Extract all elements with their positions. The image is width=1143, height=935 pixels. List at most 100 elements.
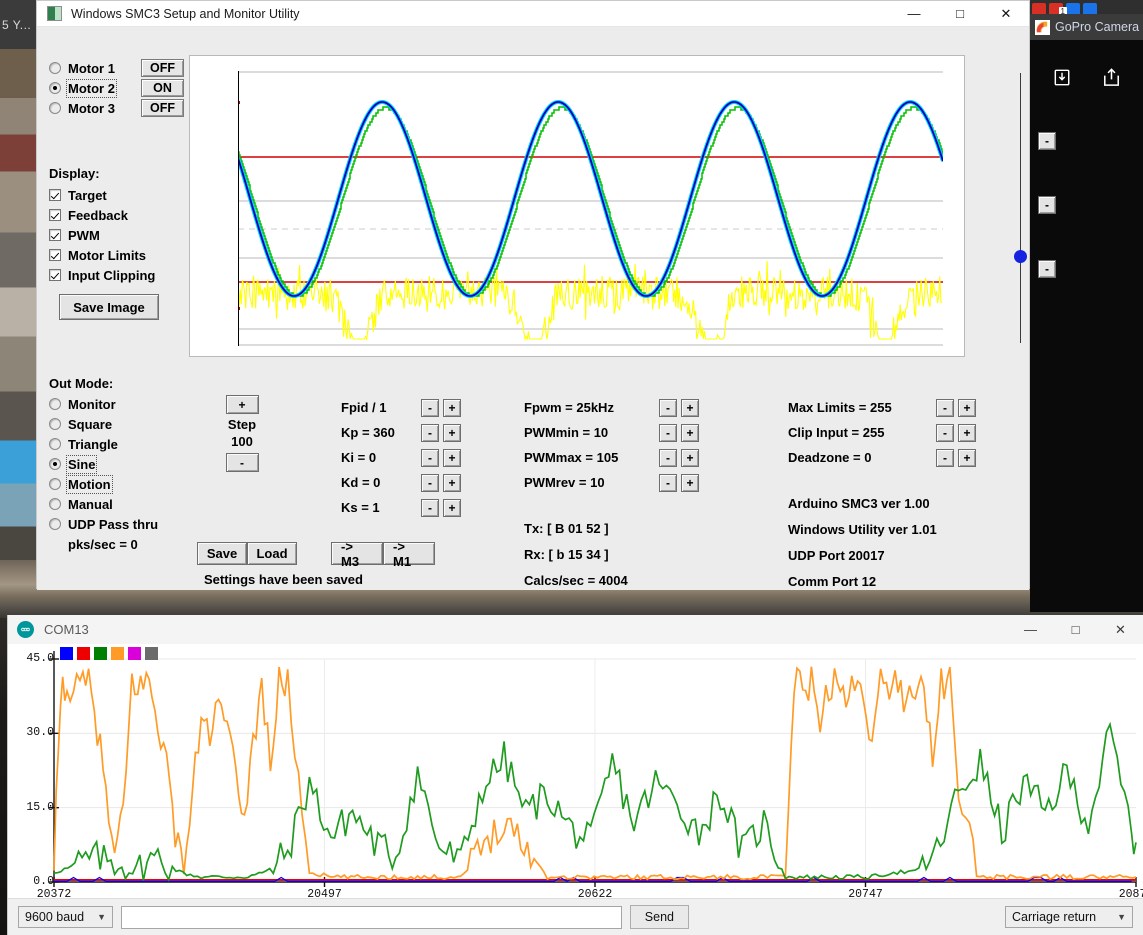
display-item-feedback[interactable]: Feedback xyxy=(49,205,184,225)
display-item-pwm[interactable]: PWM xyxy=(49,225,184,245)
motor-1-state-button[interactable]: OFF xyxy=(141,59,184,77)
monitor-radio[interactable] xyxy=(49,398,61,410)
kp-minus-button[interactable]: - xyxy=(421,424,439,442)
out-mode-manual[interactable]: Manual xyxy=(49,494,209,514)
fpid-plus-button[interactable]: + xyxy=(443,399,461,417)
side-button-1[interactable]: - xyxy=(1038,132,1056,150)
send-button[interactable]: Send xyxy=(630,905,689,929)
out-mode-udp[interactable]: UDP Pass thru xyxy=(49,514,209,534)
scale-slider-track[interactable] xyxy=(1020,73,1021,343)
target-checkbox[interactable] xyxy=(49,189,61,201)
ks-minus-button[interactable]: - xyxy=(421,499,439,517)
pwmmin-plus-button[interactable]: + xyxy=(681,424,699,442)
legend-swatch-2[interactable] xyxy=(77,647,90,660)
fpwm-plus-button[interactable]: + xyxy=(681,399,699,417)
line-ending-select[interactable]: Carriage return ▼ xyxy=(1005,906,1133,928)
motor-2-radio[interactable] xyxy=(49,82,61,94)
motor-row-2[interactable]: Motor 2 ON xyxy=(49,78,184,98)
pwm-checkbox[interactable] xyxy=(49,229,61,241)
save-button[interactable]: Save xyxy=(197,542,247,565)
step-minus-button[interactable]: - xyxy=(226,453,259,472)
out-mode-square[interactable]: Square xyxy=(49,414,209,434)
scale-slider-knob[interactable] xyxy=(1014,250,1027,263)
close-button[interactable]: ✕ xyxy=(983,1,1029,26)
square-radio[interactable] xyxy=(49,418,61,430)
pwmmax-plus-button[interactable]: + xyxy=(681,449,699,467)
motor-2-state-button[interactable]: ON xyxy=(141,79,184,97)
legend-swatch-3[interactable] xyxy=(94,647,107,660)
display-item-target[interactable]: Target xyxy=(49,185,184,205)
gopro-titlebar[interactable]: GoPro Camera xyxy=(1030,14,1143,40)
kp-plus-button[interactable]: + xyxy=(443,424,461,442)
legend-swatch-4[interactable] xyxy=(111,647,124,660)
gopro-tabstrip[interactable]: 1 xyxy=(1030,0,1143,14)
motor-row-1[interactable]: Motor 1 OFF xyxy=(49,58,184,78)
motion-radio[interactable] xyxy=(49,478,61,490)
triangle-radio[interactable] xyxy=(49,438,61,450)
ki-minus-button[interactable]: - xyxy=(421,449,439,467)
out-mode-sine[interactable]: Sine xyxy=(49,454,209,474)
clip-input-minus-button[interactable]: - xyxy=(936,424,954,442)
browser-tab-1[interactable] xyxy=(1032,3,1046,14)
legend-swatch-1[interactable] xyxy=(60,647,73,660)
browser-tab-3[interactable] xyxy=(1066,3,1080,14)
pwmrev-minus-button[interactable]: - xyxy=(659,474,677,492)
browser-tab-4[interactable] xyxy=(1083,3,1097,14)
download-icon[interactable] xyxy=(1051,66,1074,89)
gopro-toolbar[interactable] xyxy=(1030,52,1143,102)
kd-plus-button[interactable]: + xyxy=(443,474,461,492)
ks-plus-button[interactable]: + xyxy=(443,499,461,517)
input-clipping-checkbox[interactable] xyxy=(49,269,61,281)
browser-tab-2[interactable]: 1 xyxy=(1049,3,1063,14)
deadzone-minus-button[interactable]: - xyxy=(936,449,954,467)
udp-radio[interactable] xyxy=(49,518,61,530)
side-button-3[interactable]: - xyxy=(1038,260,1056,278)
load-button[interactable]: Load xyxy=(247,542,297,565)
motor-row-3[interactable]: Motor 3 OFF xyxy=(49,98,184,118)
maximize-button[interactable]: □ xyxy=(937,1,983,26)
serial-plotter-titlebar[interactable]: COM13 — □ ✕ xyxy=(8,615,1143,644)
legend-swatch-5[interactable] xyxy=(128,647,141,660)
clip-input-plus-button[interactable]: + xyxy=(958,424,976,442)
motor-1-radio[interactable] xyxy=(49,62,61,74)
ki-plus-button[interactable]: + xyxy=(443,449,461,467)
serial-plotter-window[interactable]: COM13 — □ ✕ 0.015.030.045.0 203722049720… xyxy=(7,615,1143,935)
side-button-2[interactable]: - xyxy=(1038,196,1056,214)
display-item-input-clipping[interactable]: Input Clipping xyxy=(49,265,184,285)
display-item-motor-limits[interactable]: Motor Limits xyxy=(49,245,184,265)
step-plus-button[interactable]: + xyxy=(226,395,259,414)
out-mode-triangle[interactable]: Triangle xyxy=(49,434,209,454)
serial-plotter-toolbar[interactable]: 9600 baud ▼ Send Carriage return ▼ xyxy=(8,898,1143,935)
plotter-maximize-button[interactable]: □ xyxy=(1053,615,1098,644)
to-m3-button[interactable]: -> M3 xyxy=(331,542,383,565)
motor-select-group[interactable]: Motor 1 OFF Motor 2 ON Motor 3 OFF xyxy=(49,58,184,118)
plotter-close-button[interactable]: ✕ xyxy=(1098,615,1143,644)
plotter-minimize-button[interactable]: — xyxy=(1008,615,1053,644)
pwmmin-minus-button[interactable]: - xyxy=(659,424,677,442)
save-image-button[interactable]: Save Image xyxy=(59,294,159,320)
gopro-camera-window[interactable]: 1 GoPro Camera xyxy=(1030,0,1143,612)
motor-3-state-button[interactable]: OFF xyxy=(141,99,184,117)
minimize-button[interactable]: — xyxy=(891,1,937,26)
baud-rate-select[interactable]: 9600 baud ▼ xyxy=(18,906,113,928)
out-mode-motion[interactable]: Motion xyxy=(49,474,209,494)
pwmmax-minus-button[interactable]: - xyxy=(659,449,677,467)
sine-radio[interactable] xyxy=(49,458,61,470)
smc3-window[interactable]: Windows SMC3 Setup and Monitor Utility —… xyxy=(36,0,1030,589)
legend-swatch-6[interactable] xyxy=(145,647,158,660)
manual-radio[interactable] xyxy=(49,498,61,510)
deadzone-plus-button[interactable]: + xyxy=(958,449,976,467)
signal-graph-panel[interactable] xyxy=(189,55,965,357)
share-icon[interactable] xyxy=(1100,66,1123,89)
max-limits-minus-button[interactable]: - xyxy=(936,399,954,417)
to-m1-button[interactable]: -> M1 xyxy=(383,542,435,565)
max-limits-plus-button[interactable]: + xyxy=(958,399,976,417)
fpid-minus-button[interactable]: - xyxy=(421,399,439,417)
send-input[interactable] xyxy=(121,906,622,929)
motor-limits-checkbox[interactable] xyxy=(49,249,61,261)
fpwm-minus-button[interactable]: - xyxy=(659,399,677,417)
motor-3-radio[interactable] xyxy=(49,102,61,114)
smc3-titlebar[interactable]: Windows SMC3 Setup and Monitor Utility —… xyxy=(37,1,1029,27)
feedback-checkbox[interactable] xyxy=(49,209,61,221)
pwmrev-plus-button[interactable]: + xyxy=(681,474,699,492)
